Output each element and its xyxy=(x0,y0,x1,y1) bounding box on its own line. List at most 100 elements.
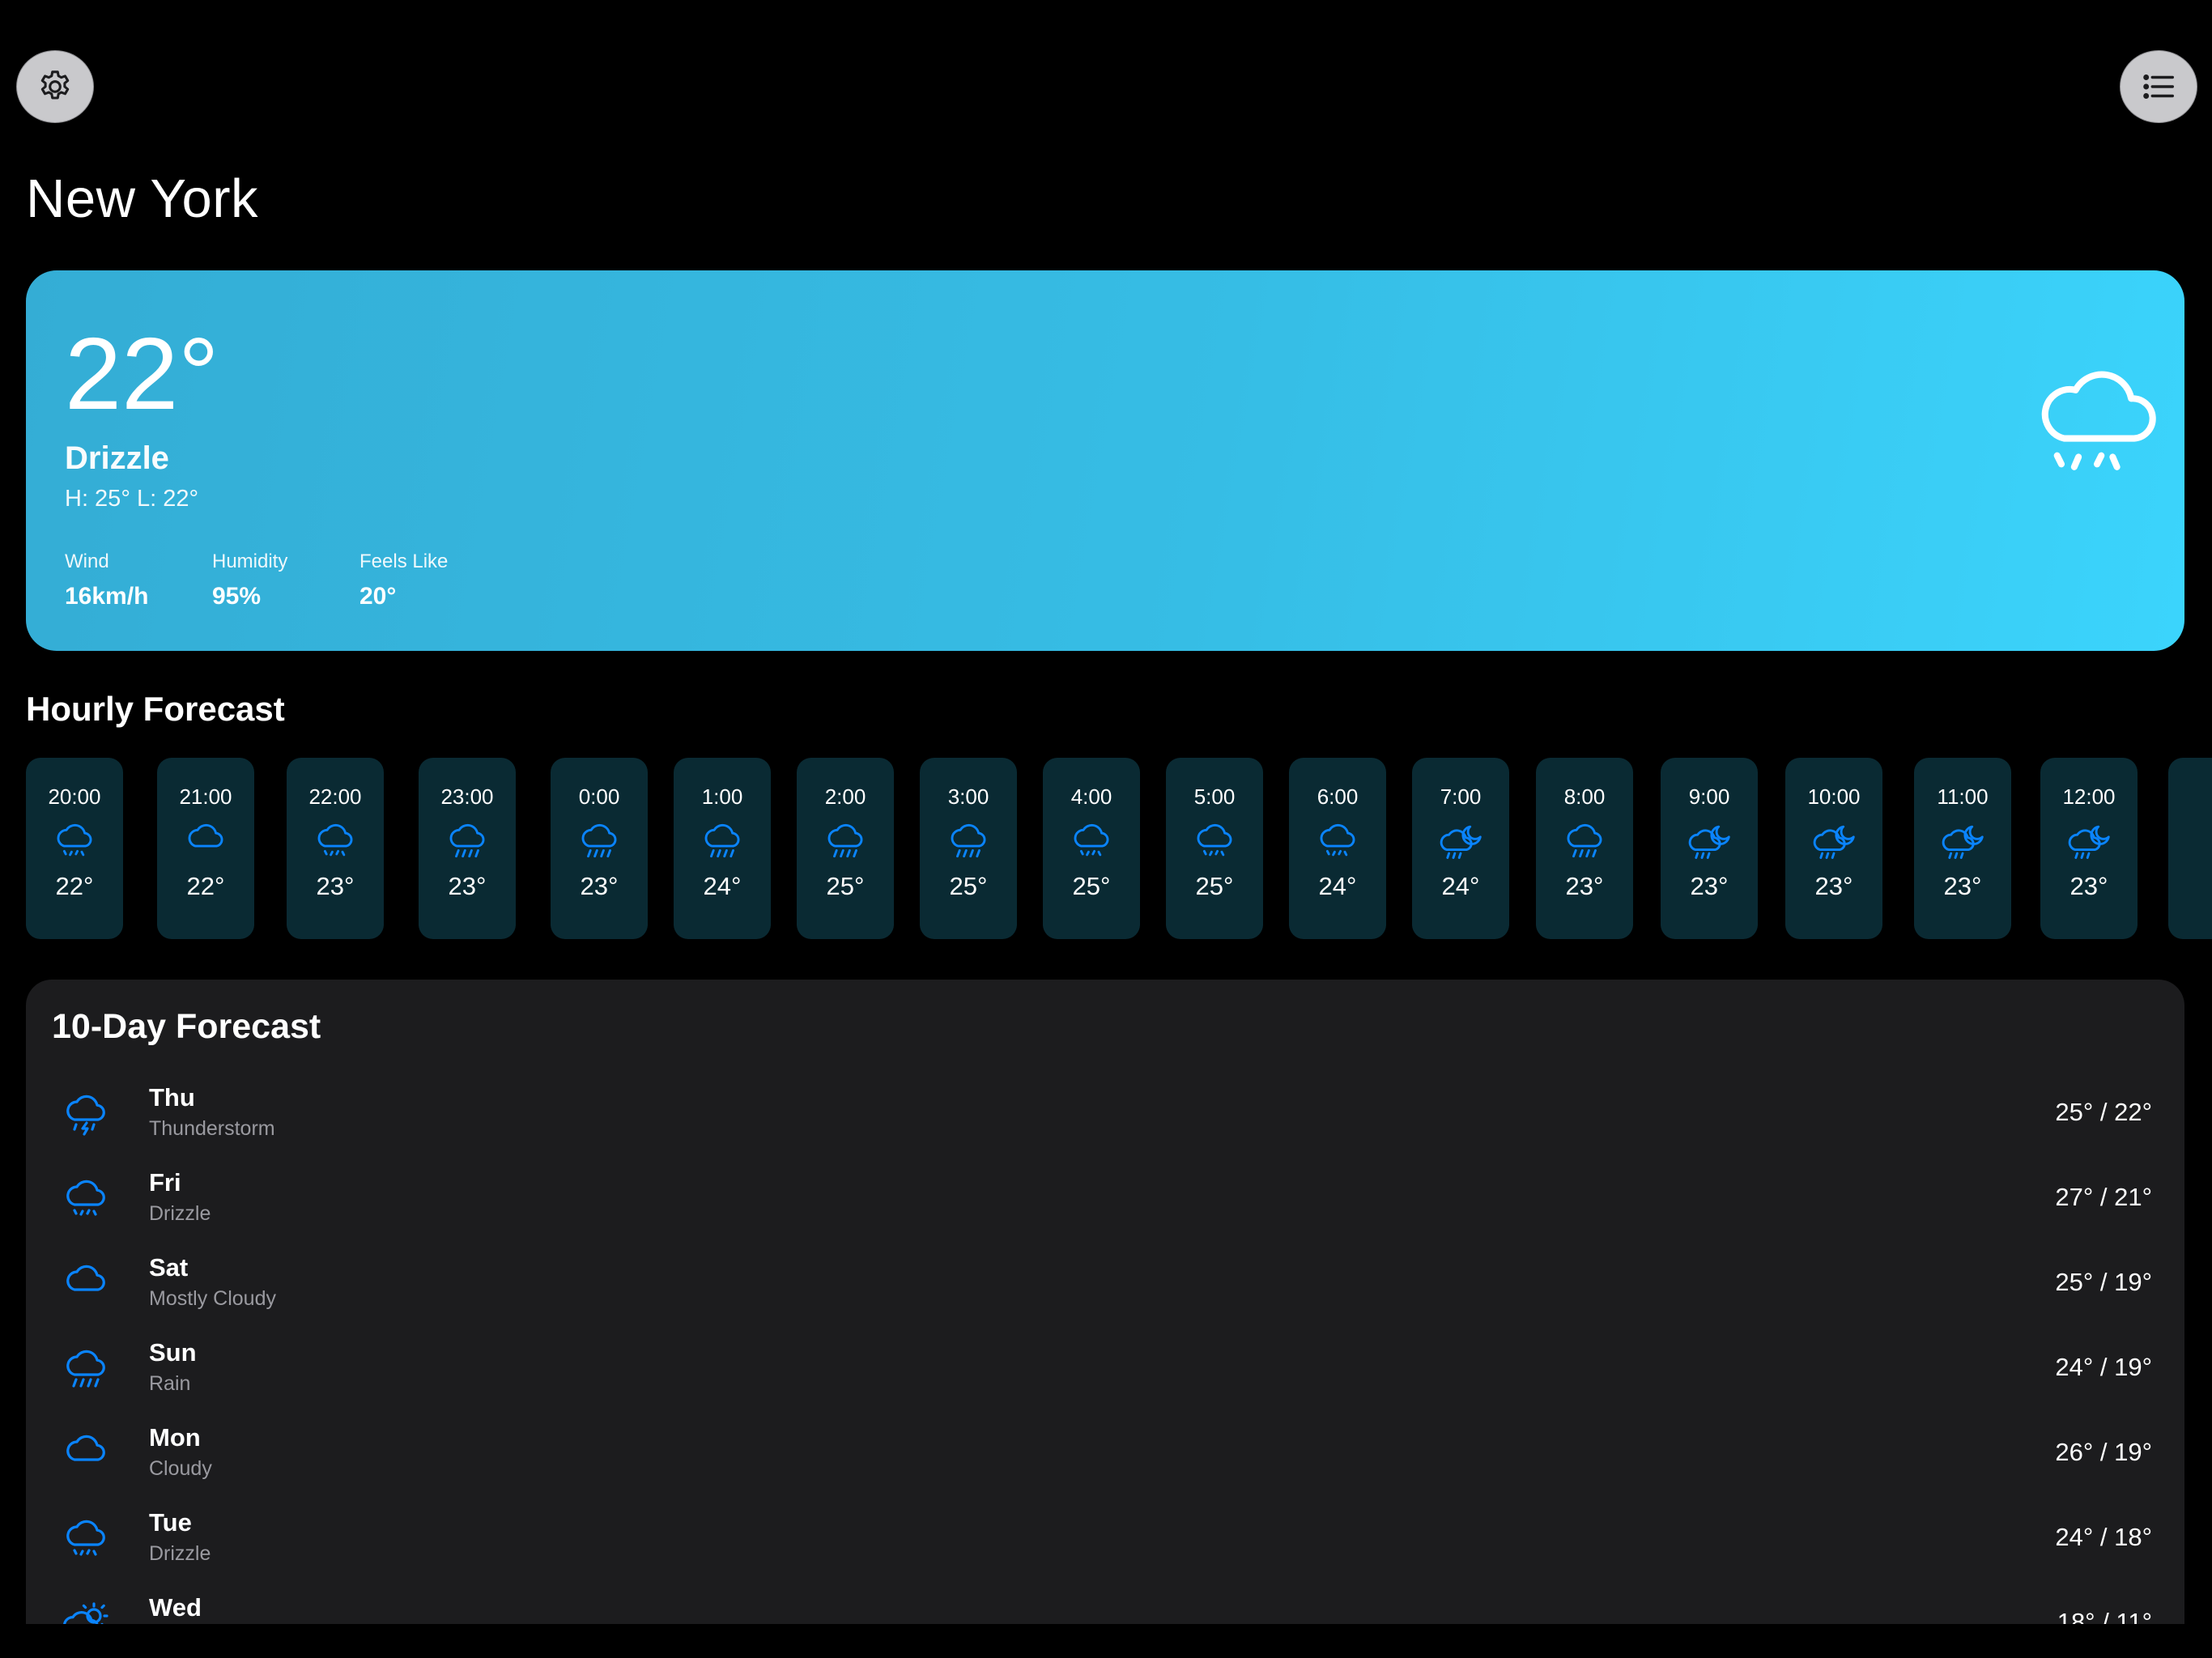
hourly-time: 9:00 xyxy=(1688,784,1730,809)
cloud-rain-icon xyxy=(449,823,485,858)
hourly-temp: 24° xyxy=(1318,872,1357,900)
cloud-sun-icon xyxy=(63,1602,108,1624)
hourly-temp: 25° xyxy=(826,872,865,900)
day-temp-range: 27° / 21° xyxy=(2055,1183,2152,1211)
hourly-card: 22:00 23° xyxy=(287,758,384,939)
cloud-rain-icon xyxy=(1567,823,1602,858)
day-row[interactable]: Tue Drizzle 24° / 18° xyxy=(26,1508,2184,1594)
day-temp-range: 18° / 11° xyxy=(2057,1608,2152,1624)
hourly-card: 11:00 23° xyxy=(1914,758,2011,939)
cloud-rain-icon xyxy=(827,823,863,858)
humidity-stat: Humidity 95% xyxy=(212,549,287,614)
hourly-card: 10:00 23° xyxy=(1785,758,1882,939)
hourly-card: 20:00 22° xyxy=(26,758,123,939)
day-row[interactable]: Fri Drizzle 27° / 21° xyxy=(26,1168,2184,1254)
day-condition: Thunderstorm xyxy=(149,1117,275,1140)
day-row[interactable]: Sun Rain 24° / 19° xyxy=(26,1338,2184,1424)
hourly-card: 12:00 23° xyxy=(2040,758,2138,939)
locations-list-button[interactable] xyxy=(2120,50,2197,123)
hourly-temp: 23° xyxy=(580,872,619,900)
wind-stat: Wind 16km/h xyxy=(65,549,148,614)
day-row[interactable]: Sat Mostly Cloudy 25° / 19° xyxy=(26,1253,2184,1339)
hourly-temp: 23° xyxy=(1565,872,1604,900)
cloud-drizzle-icon xyxy=(57,823,92,857)
hourly-time: 23:00 xyxy=(440,784,494,809)
hourly-card: 6:00 24° xyxy=(1289,758,1386,939)
hourly-temp: 25° xyxy=(949,872,988,900)
hourly-time: 7:00 xyxy=(1440,784,1482,809)
day-condition: Cloudy xyxy=(149,1457,212,1480)
day-name: Mon xyxy=(149,1423,201,1452)
cloud-drizzle-icon xyxy=(66,1180,105,1216)
hourly-temp: 25° xyxy=(1195,872,1234,900)
cloud-drizzle-icon xyxy=(2041,371,2156,470)
hourly-temp: 25° xyxy=(1072,872,1111,900)
day-condition: Drizzle xyxy=(149,1202,211,1225)
city-title: New York xyxy=(26,168,259,229)
day-temp-range: 24° / 19° xyxy=(2055,1353,2152,1381)
cloud-rain-icon xyxy=(951,823,986,858)
hourly-time: 10:00 xyxy=(1807,784,1861,809)
cloud-icon xyxy=(188,823,223,848)
cloud-drizzle-icon xyxy=(1320,823,1355,857)
hourly-card: 9:00 23° xyxy=(1661,758,1758,939)
cloud-rain-icon xyxy=(704,823,740,858)
gear-icon xyxy=(40,70,70,100)
hourly-temp: 22° xyxy=(186,872,225,900)
hourly-temp: 23° xyxy=(2069,872,2108,900)
hourly-time: 6:00 xyxy=(1317,784,1359,809)
cloud-icon xyxy=(66,1435,105,1461)
hourly-temp: 23° xyxy=(316,872,355,900)
current-high-low: H: 25° L: 22° xyxy=(65,486,199,512)
day-row[interactable]: Thu Thunderstorm 25° / 22° xyxy=(26,1083,2184,1169)
feels-like-label: Feels Like xyxy=(359,551,449,572)
humidity-label: Humidity xyxy=(212,551,288,572)
ten-day-forecast-panel[interactable]: 10-Day Forecast Thu Thunderstorm 25° / 22°… xyxy=(26,980,2184,1624)
hourly-card: 0:00 23° xyxy=(551,758,648,939)
cloud-moon-rain-icon xyxy=(1942,825,1984,859)
cloud-drizzle-icon xyxy=(66,1520,105,1556)
day-name: Fri xyxy=(149,1168,181,1197)
hourly-time: 3:00 xyxy=(947,784,989,809)
hourly-time: 21:00 xyxy=(179,784,232,809)
hourly-time: 22:00 xyxy=(308,784,362,809)
hourly-time: 11:00 xyxy=(1937,784,1989,809)
cloud-moon-rain-icon xyxy=(1813,825,1855,859)
hourly-time: 8:00 xyxy=(1563,784,1606,809)
hourly-temp: 24° xyxy=(703,872,742,900)
hourly-temp: 23° xyxy=(1690,872,1729,900)
list-icon xyxy=(2143,74,2174,99)
day-condition: Rain xyxy=(149,1372,191,1395)
day-row[interactable]: Mon Cloudy 26° / 19° xyxy=(26,1423,2184,1509)
cloud-drizzle-icon xyxy=(1074,823,1109,857)
cloud-bolt-rain-icon xyxy=(66,1095,105,1136)
cloud-rain-icon xyxy=(66,1350,105,1388)
hourly-forecast-heading: Hourly Forecast xyxy=(26,690,285,728)
day-condition: Drizzle xyxy=(149,1542,211,1565)
hourly-card: 5:00 25° xyxy=(1166,758,1263,939)
current-weather-card: 22° Drizzle H: 25° L: 22° Wind 16km/h Hu… xyxy=(26,270,2184,651)
day-name: Wed xyxy=(149,1593,202,1622)
ten-day-forecast-heading: 10-Day Forecast xyxy=(52,1007,321,1046)
hourly-temp: 22° xyxy=(55,872,94,900)
hourly-forecast-strip[interactable]: 20:00 22° 21:00 22° 22:00 23° 23:00 23° 0:00 23° 1… xyxy=(0,758,2212,941)
day-temp-range: 25° / 19° xyxy=(2055,1268,2152,1296)
humidity-value: 95% xyxy=(212,583,262,610)
settings-button[interactable] xyxy=(16,50,94,123)
cloud-moon-rain-icon xyxy=(1688,825,1730,859)
day-row[interactable]: WedPartly Cloudy18° / 11° xyxy=(26,1593,2184,1624)
hourly-card: 23:00 23° xyxy=(419,758,516,939)
current-condition: Drizzle xyxy=(65,440,169,476)
hourly-card: 8:00 23° xyxy=(1536,758,1633,939)
day-condition: Mostly Cloudy xyxy=(149,1287,276,1310)
hourly-time: 4:00 xyxy=(1070,784,1112,809)
hourly-card: 7:00 24° xyxy=(1412,758,1509,939)
cloud-drizzle-icon xyxy=(1197,823,1232,857)
hourly-time: 5:00 xyxy=(1193,784,1236,809)
cloud-moon-rain-icon xyxy=(2068,825,2110,859)
hourly-card: 2:00 25° xyxy=(797,758,894,939)
hourly-temp: 23° xyxy=(448,872,487,900)
hourly-card-partial xyxy=(2168,758,2212,939)
hourly-time: 12:00 xyxy=(2062,784,2116,809)
day-name: Thu xyxy=(149,1083,195,1112)
